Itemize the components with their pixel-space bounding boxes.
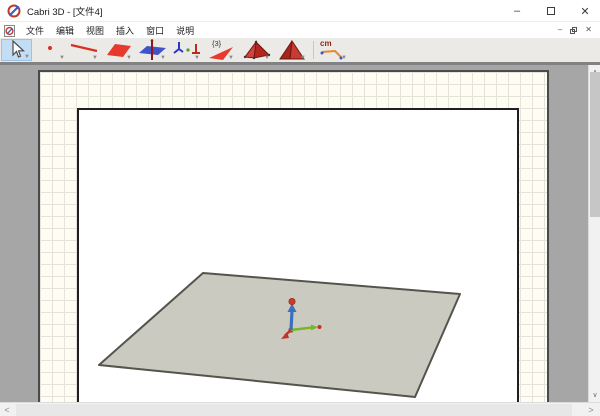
- tool-polyhedra[interactable]: ▼: [240, 39, 271, 61]
- dropdown-arrow-icon: ▼: [194, 55, 200, 61]
- dropdown-arrow-icon: ▼: [126, 55, 132, 61]
- app-window: Cabri 3D - [文件4] – ✕ 文件 编辑 视图 插入 窗口 说明 –…: [0, 0, 600, 416]
- mdi-restore-button[interactable]: [570, 26, 578, 34]
- tool-perpendicular-plane[interactable]: ▼: [136, 39, 167, 61]
- menubar: 文件 编辑 视图 插入 窗口 说明 – ✕: [0, 23, 600, 38]
- restore-icon: [570, 26, 578, 34]
- titlebar: Cabri 3D - [文件4] – ✕: [0, 0, 600, 22]
- dropdown-arrow-icon: ▼: [264, 55, 270, 61]
- window-title: Cabri 3D - [文件4]: [27, 6, 103, 18]
- menu-help[interactable]: 说明: [170, 23, 200, 38]
- dropdown-arrow-icon: ▼: [59, 55, 65, 61]
- base-plane[interactable]: [98, 272, 461, 398]
- z-axis-point[interactable]: [288, 298, 296, 306]
- scroll-right-button[interactable]: >: [585, 403, 597, 416]
- document-icon: [4, 24, 15, 37]
- mdi-minimize-button[interactable]: –: [558, 26, 562, 34]
- tool-manipulation[interactable]: ▼: [1, 39, 32, 61]
- y-axis-point[interactable]: [317, 325, 322, 329]
- menu-view[interactable]: 视图: [80, 23, 110, 38]
- toolbar: ▼ ▼ ▼ ▼ ▼ ▼ {3} ▼ ▼ ▼ cm ▼: [0, 38, 600, 62]
- toolbar-separator: [313, 41, 314, 59]
- tool-trihedron[interactable]: ▼: [170, 39, 201, 61]
- vertical-scrollbar[interactable]: ∧ ∨: [588, 65, 600, 402]
- z-axis[interactable]: [289, 310, 294, 331]
- scene-3d[interactable]: [0, 65, 588, 402]
- tool-lines[interactable]: ▼: [68, 39, 99, 61]
- dropdown-arrow-icon: ▼: [24, 54, 30, 60]
- tool-regular-polyhedra[interactable]: ▼: [276, 39, 307, 61]
- menu-insert[interactable]: 插入: [110, 23, 140, 38]
- dropdown-arrow-icon: ▼: [228, 55, 234, 61]
- horizontal-scrollbar[interactable]: < >: [0, 402, 600, 416]
- app-icon: [7, 4, 21, 17]
- scroll-left-button[interactable]: <: [1, 403, 13, 416]
- mdi-close-button[interactable]: ✕: [585, 26, 592, 34]
- vertical-scroll-thumb[interactable]: [590, 72, 600, 217]
- tool-polygons[interactable]: {3} ▼: [204, 39, 235, 61]
- dropdown-arrow-icon: ▼: [300, 55, 306, 61]
- menu-window[interactable]: 窗口: [140, 23, 170, 38]
- horizontal-scroll-thumb[interactable]: [16, 404, 572, 416]
- tool-measurement[interactable]: cm ▼: [317, 39, 348, 61]
- dropdown-arrow-icon: ▼: [92, 55, 98, 61]
- tool-planes[interactable]: ▼: [102, 39, 133, 61]
- tool-points[interactable]: ▼: [35, 39, 66, 61]
- dropdown-arrow-icon: ▼: [160, 55, 166, 61]
- dropdown-arrow-icon: ▼: [341, 55, 347, 61]
- menu-edit[interactable]: 编辑: [50, 23, 80, 38]
- scroll-down-button[interactable]: ∨: [589, 389, 600, 401]
- close-button[interactable]: ✕: [576, 2, 594, 20]
- maximize-button[interactable]: [542, 2, 560, 20]
- menu-file[interactable]: 文件: [20, 23, 50, 38]
- maximize-icon: [547, 7, 555, 15]
- minimize-button[interactable]: –: [508, 2, 526, 20]
- drawing-canvas[interactable]: [0, 65, 588, 402]
